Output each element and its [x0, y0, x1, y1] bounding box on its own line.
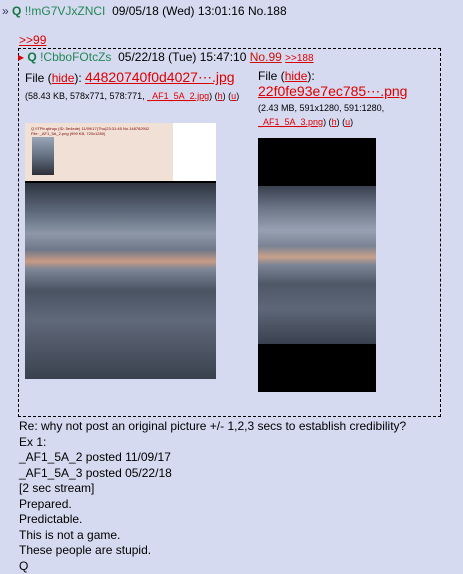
reply-link[interactable]: >>99 [19, 33, 46, 47]
quoted-post-header: ▸ Q !CbboFOtcZs 05/22/18 (Tue) 15:47:10 … [18, 50, 314, 64]
image-thumbnail-2[interactable] [258, 138, 376, 392]
quoted-tripcode: !CbboFOtcZs [40, 50, 111, 64]
file-meta: (58.43 KB, 578x771, 578:771, [25, 91, 145, 101]
body-line: [2 sec stream] [19, 481, 406, 497]
body-line: _AF1_5A_2 posted 11/09/17 [19, 450, 406, 466]
u-link[interactable]: u [345, 117, 350, 127]
u-link[interactable]: u [231, 91, 236, 101]
sky-photo [25, 183, 216, 379]
body-line: Predictable. [19, 512, 406, 528]
post-date: 09/05/18 (Wed) 13:01:16 [112, 4, 245, 18]
embedded-mini-image [32, 137, 54, 175]
hide-link[interactable]: hide [285, 69, 308, 83]
body-line: Re: why not post an original picture +/-… [19, 419, 406, 435]
file-link[interactable]: 44820740f0d4027⋯.jpg [85, 69, 234, 85]
body-line: This is not a game. [19, 528, 406, 544]
original-filename-link[interactable]: _AF1_5A_2.jpg [147, 91, 209, 101]
body-line: Ex 1: [19, 435, 406, 451]
post-number[interactable]: No.188 [248, 4, 287, 18]
original-filename-link[interactable]: _AF1_5A_3.png [258, 117, 323, 127]
file-label: File [25, 71, 44, 85]
quoted-post-marker: ▸ [18, 50, 24, 64]
file-info-1: File (hide): 44820740f0d4027⋯.jpg (58.43… [25, 69, 240, 103]
h-link[interactable]: h [218, 91, 223, 101]
post-header: » Q !!mG7VJxZNCI 09/05/18 (Wed) 13:01:16… [2, 4, 287, 18]
quoted-post-date: 05/22/18 (Tue) 15:47:10 [118, 50, 246, 64]
file-label: File [258, 69, 277, 83]
tripcode: !!mG7VJxZNCI [25, 4, 106, 18]
backlink[interactable]: >>188 [285, 53, 313, 64]
embedded-file: File: _AF1_5A_2.png (999 KB, 720x1280) [31, 131, 149, 136]
quoted-poster-name: Q [27, 50, 36, 64]
file-meta: (2.43 MB, 591x1280, 591:1280, [258, 103, 384, 113]
file-link[interactable]: 22f0fe93e7ec785⋯.png [258, 83, 407, 99]
body-line: _AF1_5A_3 posted 05/22/18 [19, 466, 406, 482]
body-line: Prepared. [19, 497, 406, 513]
hide-link[interactable]: hide [52, 71, 75, 85]
body-line: These people are stupid. [19, 543, 406, 559]
quoted-post-number[interactable]: No.99 [250, 50, 282, 64]
image-thumbnail-1[interactable]: Q !ITPb.qbhqo (ID: 5e4ede) 11/09/17(Thu)… [25, 123, 216, 379]
file-info-2: File (hide): 22f0fe93e7ec785⋯.png (2.43 … [258, 69, 433, 129]
h-link[interactable]: h [332, 117, 337, 127]
sky-photo [258, 186, 376, 344]
post-marker: » [2, 4, 9, 18]
poster-name: Q [12, 4, 21, 18]
post-body: Re: why not post an original picture +/-… [19, 419, 406, 574]
embedded-screenshot: Q !ITPb.qbhqo (ID: 5e4ede) 11/09/17(Thu)… [25, 123, 216, 181]
